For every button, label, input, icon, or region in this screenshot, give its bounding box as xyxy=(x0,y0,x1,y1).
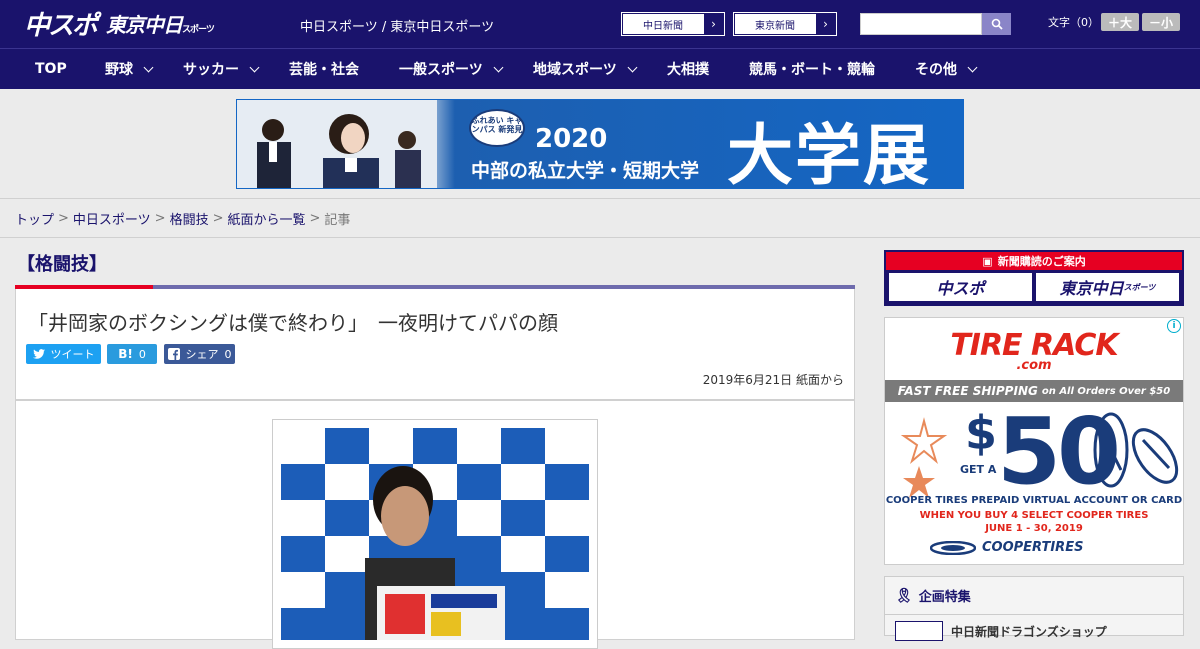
article-column: 【格闘技】 「井岡家のボクシングは僕で終わり」 一夜明けてパパの顔 ツイート B… xyxy=(15,248,855,649)
feature-section: 🎗 企画特集 中日新聞ドラゴンズショップ xyxy=(884,576,1184,641)
ad-line-3: JUNE 1 - 30, 2019 xyxy=(985,523,1083,534)
chevron-down-icon xyxy=(627,62,638,72)
hatena-count: 0 xyxy=(138,347,146,361)
sidebar: ▣ 新聞購読のご案内 中スポ 東京中日 スポーツ i TIRE RACK .com… xyxy=(884,250,1184,641)
breadcrumb-current: 記事 xyxy=(324,212,351,228)
ad-get-a: GET A xyxy=(960,463,997,476)
subscribe-chuspo[interactable]: 中スポ xyxy=(889,273,1032,301)
hatena-icon: B! xyxy=(118,347,133,361)
site-title[interactable]: 中日スポーツ / 東京中日スポーツ xyxy=(300,16,494,35)
chevron-down-icon xyxy=(143,62,154,72)
feature-thumb xyxy=(895,621,943,641)
search-input[interactable] xyxy=(860,13,982,35)
nav-top[interactable]: TOP xyxy=(35,61,105,77)
nav-local-sports[interactable]: 地域スポーツ xyxy=(533,59,667,79)
ribbon-icon: 🎗 xyxy=(895,587,913,604)
nav-general-sports[interactable]: 一般スポーツ xyxy=(399,59,533,79)
font-increase-button[interactable]: ＋大 xyxy=(1101,13,1139,31)
feature-item[interactable]: 中日新聞ドラゴンズショップ xyxy=(885,615,1183,647)
chevron-down-icon xyxy=(493,62,504,72)
chevron-down-icon xyxy=(967,62,978,72)
chunichi-shimbun-link[interactable]: 中日新聞 › xyxy=(621,12,725,36)
banner-headline: 大学展 xyxy=(727,117,931,189)
article-date: 2019年6月21日 紙面から xyxy=(702,373,844,387)
university-fair-banner[interactable]: ふれあい キャンパス 新発見 2020 中部の私立大学・短期大学 大学展 xyxy=(236,99,964,189)
subscribe-tokyo-chunichi[interactable]: 東京中日 スポーツ xyxy=(1036,273,1179,301)
hatena-bookmark-button[interactable]: B! 0 xyxy=(107,344,157,364)
twitter-icon xyxy=(32,349,45,359)
subscription-box: ▣ 新聞購読のご案内 中スポ 東京中日 スポーツ xyxy=(884,250,1184,306)
newspaper-icon: ▣ xyxy=(982,254,993,268)
ad-line-1: COOPER TIRES PREPAID VIRTUAL ACCOUNT OR … xyxy=(885,495,1183,506)
facebook-icon xyxy=(167,348,180,360)
starfish-icon xyxy=(900,417,948,498)
ad-brand-domain: .com xyxy=(1016,358,1052,373)
site-logo[interactable]: 中スポ 東京中日スポーツ xyxy=(24,5,215,42)
banner-subtitle: 中部の私立大学・短期大学 xyxy=(471,160,700,182)
nav-other[interactable]: その他 xyxy=(915,59,995,79)
article-photo[interactable] xyxy=(272,419,598,649)
cooper-logo: COOPERTIRES xyxy=(930,540,1083,555)
article-body xyxy=(15,400,855,649)
logo-tokyo-chunichi[interactable]: 東京中日スポーツ xyxy=(106,9,215,38)
search-button[interactable] xyxy=(982,13,1011,35)
nav-soccer[interactable]: サッカー xyxy=(183,59,289,79)
banner-year: 2020 xyxy=(535,124,608,154)
facebook-share-button[interactable]: シェア 0 xyxy=(164,344,235,364)
ad-dollar: $ xyxy=(965,406,998,460)
campus-badge: ふれあい キャンパス 新発見 xyxy=(469,109,525,147)
breadcrumb-top[interactable]: トップ xyxy=(15,209,54,228)
font-decrease-button[interactable]: －小 xyxy=(1142,13,1180,31)
top-bar: 中スポ 東京中日スポーツ 中日スポーツ / 東京中日スポーツ 中日新聞 › 東京… xyxy=(0,0,1200,48)
main-nav: TOP 野球 サッカー 芸能・社会 一般スポーツ 地域スポーツ 大相撲 競馬・ボ… xyxy=(0,48,1200,89)
nav-entertainment[interactable]: 芸能・社会 xyxy=(289,59,399,79)
logo-chuspo[interactable]: 中スポ xyxy=(24,5,98,42)
breadcrumb: トップ > 中日スポーツ > 格闘技 > 紙面から一覧 > 記事 xyxy=(0,199,1200,238)
breadcrumb-paper-list[interactable]: 紙面から一覧 xyxy=(228,209,306,228)
cooper-emblem-icon xyxy=(930,540,976,555)
boxer-photo-illustration xyxy=(281,428,589,640)
banner-area: ふれあい キャンパス 新発見 2020 中部の私立大学・短期大学 大学展 xyxy=(0,89,1200,199)
subscription-heading: ▣ 新聞購読のご案内 xyxy=(886,252,1182,270)
nav-baseball[interactable]: 野球 xyxy=(105,59,183,79)
nav-racing[interactable]: 競馬・ボート・競輪 xyxy=(749,59,915,79)
flip-flops-icon xyxy=(1093,412,1179,488)
tire-rack-ad[interactable]: i TIRE RACK .com FAST FREE SHIPPING on Al… xyxy=(884,317,1184,565)
font-size-label: 文字（0） xyxy=(1048,16,1099,29)
chevron-right-icon: › xyxy=(703,14,723,34)
facebook-count: 0 xyxy=(224,347,232,361)
students-illustration xyxy=(237,100,437,188)
ad-line-2: WHEN YOU BUY 4 SELECT COOPER TIRES xyxy=(919,510,1149,521)
category-title: 【格闘技】 xyxy=(17,254,107,275)
article-title: 「井岡家のボクシングは僕で終わり」 一夜明けてパパの顔 xyxy=(28,311,558,335)
breadcrumb-martial-arts[interactable]: 格闘技 xyxy=(170,209,209,228)
tweet-button[interactable]: ツイート xyxy=(26,344,101,364)
feature-heading: 🎗 企画特集 xyxy=(885,577,1183,615)
breadcrumb-chunichi-sports[interactable]: 中日スポーツ xyxy=(73,209,151,228)
chevron-right-icon: › xyxy=(815,14,835,34)
nav-sumo[interactable]: 大相撲 xyxy=(667,59,749,79)
article-header: 「井岡家のボクシングは僕で終わり」 一夜明けてパパの顔 ツイート B! 0 シェ… xyxy=(15,289,855,400)
tokyo-shimbun-link[interactable]: 東京新聞 › xyxy=(733,12,837,36)
search-icon xyxy=(991,18,1003,30)
chevron-down-icon xyxy=(249,62,260,72)
